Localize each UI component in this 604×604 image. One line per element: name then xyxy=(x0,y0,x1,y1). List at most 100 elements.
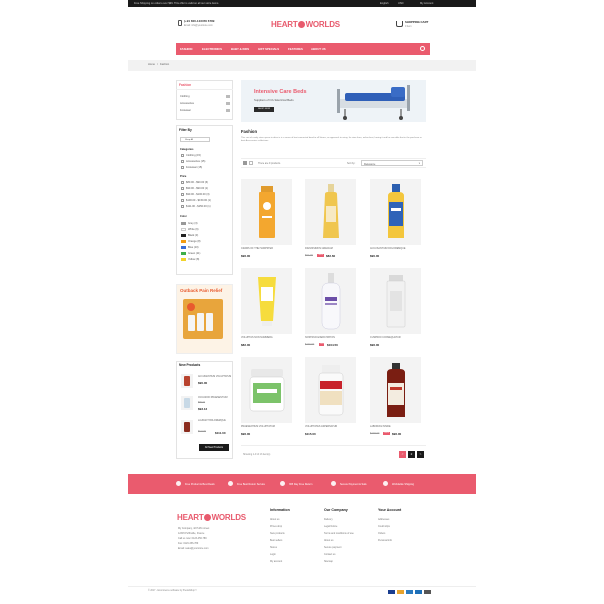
footer-link[interactable]: New products xyxy=(270,532,285,535)
checkbox[interactable] xyxy=(181,160,184,163)
footer-link[interactable]: Addresses xyxy=(378,518,389,521)
expand-icon[interactable] xyxy=(226,101,230,105)
product-card[interactable] xyxy=(241,268,292,334)
product-name[interactable]: LABORIAS INSIDE xyxy=(370,425,391,428)
color-swatch-blue[interactable] xyxy=(181,246,186,249)
nav-item-fashion[interactable]: FASHION xyxy=(180,47,192,51)
price-option[interactable]: $90.00 - $100.00 (3) xyxy=(186,193,210,196)
color-option[interactable]: Blue (10) xyxy=(188,246,199,249)
footer-link[interactable]: Credit slips xyxy=(378,525,390,528)
sidebar-item-footwear[interactable]: Footwear xyxy=(180,109,191,112)
sidebar-item-accessories[interactable]: Accessories xyxy=(180,102,194,105)
footer-link[interactable]: Contact us xyxy=(324,553,335,556)
color-option[interactable]: Grey (3) xyxy=(188,222,198,225)
checkbox[interactable] xyxy=(181,205,184,208)
footer-link[interactable]: Terms and conditions of use xyxy=(324,532,354,535)
footer-link[interactable]: Legal Notice xyxy=(324,525,337,528)
footer-link[interactable]: Orders xyxy=(378,532,385,535)
nav-item-features[interactable]: FEATURES xyxy=(288,47,303,51)
sort-select[interactable]: Relevance ▾ xyxy=(361,160,423,166)
footer-link[interactable]: Personal info xyxy=(378,539,392,542)
product-card[interactable] xyxy=(370,179,421,245)
all-new-products-button[interactable]: All New Products xyxy=(199,444,229,451)
cart-icon[interactable] xyxy=(396,21,403,27)
product-name[interactable]: CRAMS OF THE HAMPSTER xyxy=(241,247,273,250)
list-view-icon[interactable] xyxy=(249,161,253,165)
hero-banner[interactable]: Intensive Care Beds Suppliers of ICU Ele… xyxy=(241,80,426,122)
product-card[interactable] xyxy=(370,357,421,423)
new-product-name[interactable]: ACCUMANTIUM VOLUPTATUM xyxy=(198,376,231,378)
price-option[interactable]: $90.00 - $90.00 (1) xyxy=(186,187,208,190)
checkbox[interactable] xyxy=(181,166,184,169)
product-name[interactable]: VOLUPTATES ASPERNATUR xyxy=(305,425,337,428)
color-option[interactable]: Black (3) xyxy=(188,234,198,237)
product-card[interactable] xyxy=(305,179,356,245)
footer-link[interactable]: Best sellers xyxy=(270,539,282,542)
footer-link[interactable]: Delivery xyxy=(324,518,333,521)
footer-link[interactable]: Prices drop xyxy=(270,525,282,528)
color-option[interactable]: White (6) xyxy=(188,228,199,231)
product-name[interactable]: NOSTRUD EXERCITATION xyxy=(305,336,335,339)
product-card[interactable] xyxy=(370,268,421,334)
color-option[interactable]: Green (11) xyxy=(188,252,200,255)
checkbox[interactable] xyxy=(181,193,184,196)
promo-banner[interactable]: Outback Pain Relief xyxy=(176,284,233,354)
sidebar-item-clothing[interactable]: Clothing xyxy=(180,95,190,98)
nav-item-gift-specials[interactable]: GIFT SPECIALS xyxy=(258,47,279,51)
new-product-name[interactable]: LAUDANT BOLOREMQUE xyxy=(198,420,226,422)
footer-logo[interactable]: HEART WORLDS xyxy=(177,513,246,522)
language-selector[interactable]: English xyxy=(380,2,389,5)
account-link[interactable]: My Account xyxy=(420,2,433,5)
price-option[interactable]: $80.00 - $90.00 (6) xyxy=(186,181,208,184)
color-swatch-black[interactable] xyxy=(181,234,186,237)
footer-link[interactable]: Sitemap xyxy=(324,560,333,563)
product-name[interactable]: PRAESENTIUM VOLUPTATUM xyxy=(241,425,275,428)
checkbox[interactable] xyxy=(181,181,184,184)
price-option[interactable]: $100.00 - $150.00 (1) xyxy=(186,199,211,202)
footer-link[interactable]: Stores xyxy=(270,546,277,549)
currency-selector[interactable]: USD xyxy=(398,2,403,5)
color-swatch-yellow[interactable] xyxy=(181,258,186,261)
footer-link[interactable]: About us xyxy=(270,518,279,521)
checkbox[interactable] xyxy=(181,187,184,190)
new-product-thumb[interactable] xyxy=(181,420,193,434)
footer-link[interactable]: About us xyxy=(324,539,333,542)
footer-link[interactable]: Login xyxy=(270,553,276,556)
category-option[interactable]: Clothing (15) xyxy=(186,154,201,157)
product-card[interactable] xyxy=(241,357,292,423)
cart-title[interactable]: SHOPPING CART xyxy=(405,21,428,24)
nav-item-about-us[interactable]: ABOUT US xyxy=(311,47,326,51)
new-product-thumb[interactable] xyxy=(181,396,193,410)
color-swatch-grey[interactable] xyxy=(181,222,186,225)
pagination-prev[interactable]: < xyxy=(399,451,406,458)
grid-view-icon[interactable] xyxy=(243,161,247,165)
product-name[interactable]: VOLUPTAS NON NUMMERA xyxy=(241,336,273,339)
nav-item-baby-kids[interactable]: BABY & KIDS xyxy=(231,47,249,51)
category-option[interactable]: Accessories (15) xyxy=(186,160,205,163)
expand-icon[interactable] xyxy=(226,108,230,112)
color-swatch-green[interactable] xyxy=(181,252,186,255)
breadcrumb-home[interactable]: Home xyxy=(148,63,155,67)
search-icon[interactable] xyxy=(420,46,425,51)
color-swatch-orange[interactable] xyxy=(181,240,186,243)
hero-shop-button[interactable]: SHOP NOW xyxy=(254,107,274,112)
product-card[interactable] xyxy=(305,357,356,423)
product-name[interactable]: CUSPIDIO CONSEQUATUR xyxy=(370,336,401,339)
checkbox[interactable] xyxy=(181,199,184,202)
price-option[interactable]: $111.00 - $150.00 (1) xyxy=(186,205,211,208)
pagination-next[interactable]: > xyxy=(417,451,424,458)
nav-item-electronics[interactable]: ELECTRONICS xyxy=(202,47,222,51)
color-option[interactable]: Yellow (8) xyxy=(188,258,199,261)
color-swatch-white[interactable] xyxy=(181,228,186,231)
site-logo[interactable]: HEART WORLDS xyxy=(271,20,340,29)
new-product-name[interactable]: OCCASION PRAESENTIUM xyxy=(198,397,227,399)
category-option[interactable]: Footwear (15) xyxy=(186,166,202,169)
expand-icon[interactable] xyxy=(226,94,230,98)
pagination-page-2[interactable]: 2 xyxy=(408,451,415,458)
product-card[interactable] xyxy=(241,179,292,245)
new-product-thumb[interactable] xyxy=(181,374,193,388)
color-option[interactable]: Orange (8) xyxy=(188,240,201,243)
product-name[interactable]: DIGNISSIMOS GRECIAM xyxy=(305,247,333,250)
product-card[interactable] xyxy=(305,268,356,334)
footer-link[interactable]: Secure payment xyxy=(324,546,341,549)
